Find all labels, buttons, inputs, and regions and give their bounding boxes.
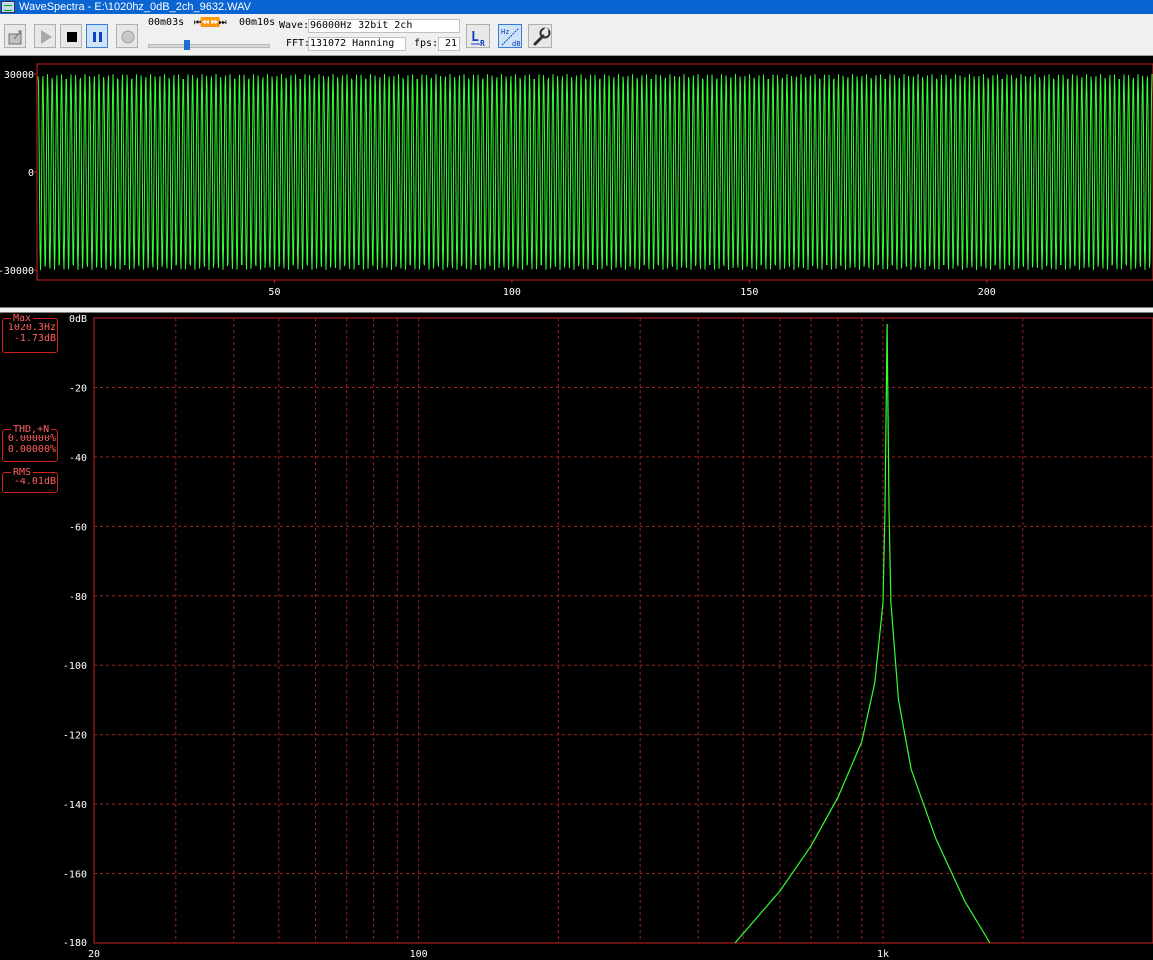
stop-button[interactable]: [60, 24, 82, 48]
spectrum-x-tick-label: 100: [410, 949, 428, 960]
title-bar: WaveSpectra - E:\1020hz_0dB_2ch_9632.WAV: [0, 0, 1153, 14]
toolbar: 00m03s ⏮⏪⏩⏭ 00m10s Wave: 96000Hz 32bit 2…: [0, 14, 1153, 56]
spectrum-y-tick-label: -120: [63, 731, 87, 742]
play-button[interactable]: [34, 24, 56, 48]
waveform-y-tick-label: 0: [28, 168, 34, 179]
spectrum-y-tick-label: -60: [69, 522, 87, 533]
seek-thumb[interactable]: [183, 40, 190, 50]
spectrum-pane[interactable]: 0dB -20 -40 -60 -80 -100 -120 -140 -160 -180 20 10…: [0, 313, 1153, 960]
thd-readout-title: THD,+N: [11, 424, 52, 435]
open-file-icon: [8, 30, 22, 45]
waveform-x-tick-label: 200: [978, 287, 996, 298]
total-time: 00m10s: [239, 17, 276, 28]
spectrum-grid: [94, 318, 1153, 943]
channel-lr-button[interactable]: L R: [466, 24, 490, 48]
waveform-trace: [37, 73, 1153, 271]
waveform-pane[interactable]: 30000 0 -30000 50 100 150 200: [0, 56, 1153, 307]
transport-skip-buttons[interactable]: ⏮⏪⏩⏭: [194, 18, 232, 28]
max-readout: Max 1020.3Hz -1.73dB: [2, 313, 58, 353]
wrench-icon: [533, 27, 551, 46]
fft-label: FFT:: [286, 38, 311, 49]
fps-field[interactable]: 21: [438, 37, 460, 51]
spectrum-y-tick-label: 0dB: [69, 314, 87, 325]
spectrum-y-tick-label: -140: [63, 800, 87, 811]
pause-button[interactable]: [86, 24, 108, 48]
channel-r-label: R: [480, 39, 485, 48]
waveform-y-tick-label: -30000: [0, 266, 34, 277]
spectrum-plot-frame: [93, 317, 1153, 944]
waveform-x-tick-label: 50: [268, 287, 280, 298]
fft-setting-field[interactable]: 131072 Hanning: [308, 37, 406, 51]
wave-label: Wave:: [279, 20, 310, 31]
hz-db-button[interactable]: Hz dB: [498, 24, 522, 48]
spectrum-y-tick-label: -80: [69, 592, 87, 603]
spectrum-x-tick-label: 20: [88, 949, 100, 960]
wave-format-field: 96000Hz 32bit 2ch: [308, 19, 460, 33]
waveform-y-tick-label: 30000: [4, 70, 34, 81]
spectrum-x-tick-label: 1k: [877, 949, 889, 960]
spectrum-y-tick-label: -40: [69, 453, 87, 464]
spectrum-y-tick-label: -160: [63, 870, 87, 881]
spectrum-trace: [734, 323, 991, 944]
channel-l-label: L: [471, 30, 479, 45]
channel-lr-icon: L R: [471, 30, 485, 48]
record-icon: [121, 30, 135, 44]
play-icon: [41, 30, 52, 44]
spectrum-y-tick-label: -100: [63, 661, 87, 672]
thd-readout: THD,+N 0.00000% 0.00000%: [2, 424, 58, 462]
app-icon: [1, 1, 15, 13]
spectrum-y-tick-label: -180: [63, 938, 87, 949]
settings-button[interactable]: [528, 24, 552, 48]
waveform-x-tick-label: 100: [503, 287, 521, 298]
hz-db-icon: Hz dB: [501, 27, 520, 48]
max-readout-title: Max: [11, 313, 34, 324]
pause-icon: [93, 32, 102, 42]
rms-readout-title: RMS: [11, 467, 34, 478]
stop-icon: [67, 32, 77, 42]
waveform-x-tick-label: 150: [740, 287, 758, 298]
wavespectra-window: WaveSpectra - E:\1020hz_0dB_2ch_9632.WAV: [0, 0, 1153, 960]
waveform-trace-line: [37, 73, 1153, 271]
max-level: -1.73dB: [13, 333, 56, 344]
record-button[interactable]: [116, 24, 138, 48]
rms-readout: RMS -4.01dB: [2, 467, 58, 493]
current-time: 00m03s: [148, 17, 185, 28]
fps-label: fps:: [414, 38, 439, 49]
thd-right: 0.00000%: [7, 444, 56, 455]
hz-label: Hz: [501, 28, 509, 36]
seek-slider[interactable]: [148, 40, 270, 50]
db-label: dB: [512, 40, 520, 48]
spectrum-y-tick-label: -20: [69, 383, 87, 394]
open-file-button[interactable]: [4, 24, 26, 48]
window-title: WaveSpectra - E:\1020hz_0dB_2ch_9632.WAV: [19, 1, 251, 13]
